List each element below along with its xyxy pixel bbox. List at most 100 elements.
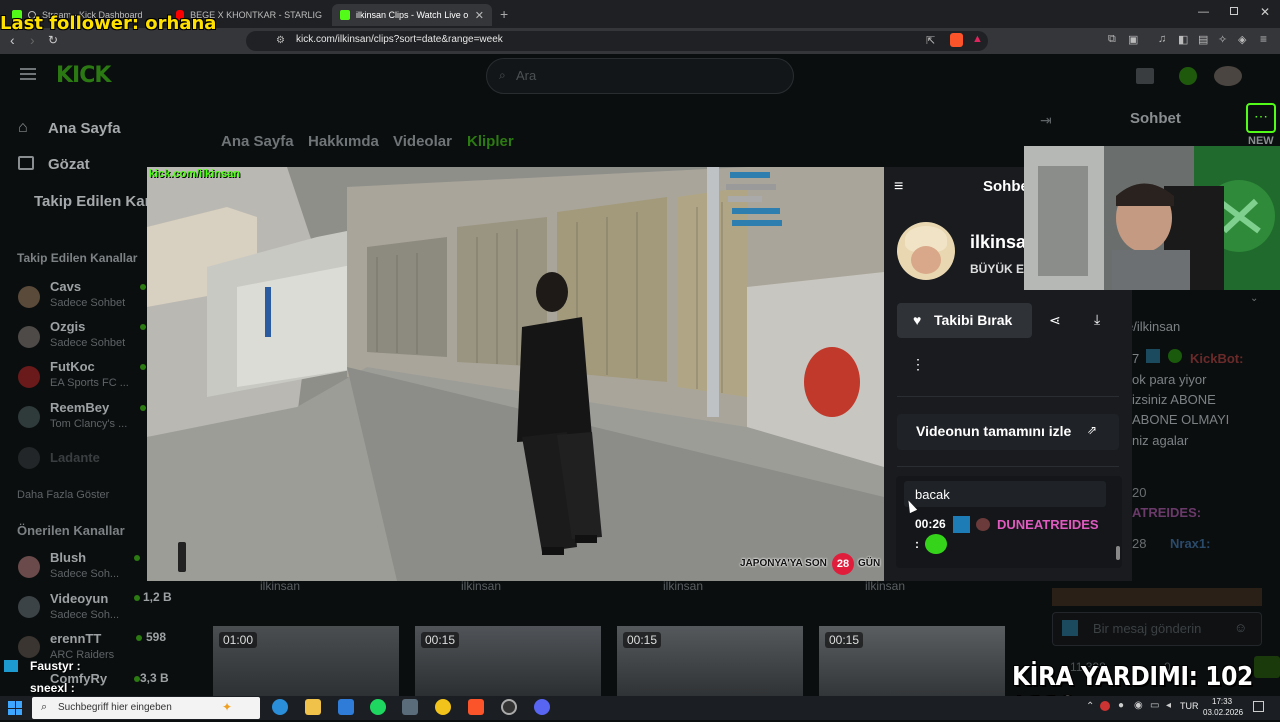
- chat-user[interactable]: ATREIDES:: [1132, 505, 1201, 520]
- countdown-text: JAPONYA'YA SON: [740, 558, 827, 569]
- sidebar-item-following[interactable]: Takip Edilen Kan: [34, 193, 154, 210]
- chat-send-button[interactable]: [1254, 656, 1280, 678]
- collapse-chat-icon[interactable]: ⇥: [1040, 112, 1052, 129]
- channel-name[interactable]: Ozgis: [50, 319, 85, 334]
- leo-icon[interactable]: ✧: [1218, 33, 1227, 46]
- share-icon[interactable]: ⇱: [926, 34, 935, 47]
- more-vertical-icon[interactable]: ⋮: [911, 356, 925, 373]
- edge-icon[interactable]: [272, 699, 288, 715]
- emote-strip: [1052, 588, 1262, 606]
- network-icon[interactable]: ▭: [1150, 700, 1159, 711]
- clip-channel[interactable]: ilkinsan: [663, 579, 703, 593]
- tab-clips[interactable]: Klipler: [467, 133, 514, 150]
- obs-icon[interactable]: [501, 699, 517, 715]
- extensions-icon[interactable]: ⧉: [1108, 33, 1116, 46]
- file-explorer-icon[interactable]: [305, 699, 321, 715]
- clip-channel[interactable]: ilkinsan: [461, 579, 501, 593]
- channel-name[interactable]: Videoyun: [50, 591, 108, 606]
- close-tab-icon[interactable]: ✕: [475, 9, 484, 22]
- clip-thumbnail[interactable]: 00:15: [819, 626, 1005, 696]
- notifications-icon[interactable]: [1253, 701, 1264, 712]
- streamer-avatar[interactable]: [897, 222, 955, 280]
- clip-thumbnail[interactable]: 00:15: [617, 626, 803, 696]
- chat-scrollbar[interactable]: [1116, 546, 1120, 560]
- brave-icon[interactable]: [468, 699, 484, 715]
- discord-icon[interactable]: [534, 699, 550, 715]
- channel-category: Sadece Sohbet: [50, 297, 126, 309]
- channel-name[interactable]: Blush: [50, 550, 86, 565]
- chevron-down-icon[interactable]: ⌄: [1250, 293, 1258, 304]
- browser-tab-active[interactable]: ilkinsan Clips - Watch Live on ✕: [332, 4, 492, 26]
- taskbar-search-placeholder: Suchbegriff hier eingeben: [58, 702, 172, 713]
- brave-rewards-icon[interactable]: ▲: [972, 33, 983, 45]
- live-dot: [140, 405, 146, 411]
- clip-thumbnail[interactable]: 00:15: [415, 626, 601, 696]
- kick-circle-icon[interactable]: [1179, 67, 1197, 85]
- show-more-link[interactable]: Daha Fazla Göster: [17, 489, 109, 501]
- clock-date[interactable]: 03.02.2026: [1203, 708, 1243, 717]
- chat-link[interactable]: e/ilkinsan: [1126, 319, 1180, 334]
- clip-thumbnail[interactable]: 01:00: [213, 626, 399, 696]
- clip-duration: 00:15: [825, 632, 864, 648]
- sidebar-item-home[interactable]: Ana Sayfa: [48, 120, 121, 137]
- chat-username[interactable]: DUNEATREIDES: [997, 517, 1099, 532]
- share-icon[interactable]: ⋖: [1049, 312, 1061, 329]
- chat-time: 20: [1132, 485, 1147, 500]
- volume-icon[interactable]: ◂: [1166, 700, 1171, 711]
- tray-chevron-icon[interactable]: ⌃: [1086, 701, 1094, 712]
- clock-time[interactable]: 17:33: [1212, 697, 1232, 706]
- vpn-icon[interactable]: ◈: [1238, 33, 1246, 46]
- emoji-icon[interactable]: ☺: [1234, 620, 1247, 635]
- language-indicator[interactable]: TUR: [1180, 701, 1199, 711]
- menu-icon[interactable]: ≡: [1260, 32, 1267, 46]
- tab-about[interactable]: Hakkımda: [308, 133, 379, 150]
- channel-name[interactable]: Cavs: [50, 279, 81, 294]
- calculator-icon[interactable]: [402, 699, 418, 715]
- streamer-name[interactable]: ilkinsan: [970, 232, 1024, 253]
- chat-user[interactable]: KickBot:: [1190, 351, 1243, 366]
- sidebar-icon[interactable]: ◧: [1178, 33, 1188, 46]
- viewer-count: 598: [146, 630, 167, 644]
- screenshot-icon[interactable]: ▣: [1128, 33, 1138, 46]
- restore-icon[interactable]: [1230, 7, 1238, 15]
- close-window-icon[interactable]: ✕: [1260, 5, 1270, 19]
- download-icon[interactable]: ⤓: [1094, 311, 1100, 328]
- clip-channel[interactable]: ilkinsan: [260, 579, 300, 593]
- channel-name[interactable]: ReemBey: [50, 400, 109, 415]
- channel-name[interactable]: FutKoc: [50, 359, 95, 374]
- live-dot: [140, 364, 146, 370]
- spotify-icon[interactable]: [370, 699, 386, 715]
- back-icon[interactable]: ‹: [10, 32, 15, 48]
- tab-videos[interactable]: Videolar: [393, 133, 452, 150]
- chrome-icon[interactable]: [435, 699, 451, 715]
- forward-icon[interactable]: ›: [30, 32, 35, 48]
- brave-shields-icon[interactable]: [950, 33, 963, 47]
- channel-name[interactable]: erennTT: [50, 631, 101, 646]
- countdown-unit: GÜN: [858, 558, 881, 569]
- clip-duration: 01:00: [219, 632, 258, 648]
- new-tab-icon[interactable]: +: [500, 6, 508, 22]
- tray-app-icon[interactable]: ◉: [1134, 700, 1143, 711]
- site-settings-icon[interactable]: ⚙: [276, 35, 285, 46]
- mode-icon[interactable]: [1136, 68, 1154, 84]
- kick-logo[interactable]: KICK: [56, 63, 111, 88]
- chat-user[interactable]: Nrax1:: [1170, 536, 1210, 551]
- reload-icon[interactable]: ↻: [48, 33, 58, 47]
- channel-name[interactable]: Ladante: [50, 450, 100, 465]
- windows-start-icon[interactable]: [8, 701, 22, 715]
- wallet-icon[interactable]: ▤: [1198, 33, 1208, 46]
- panel-strip: [1024, 290, 1132, 300]
- chat-toggle-icon[interactable]: ≡: [894, 178, 903, 196]
- sidebar-item-browse[interactable]: Gözat: [48, 156, 90, 173]
- search-icon: ⌕: [499, 68, 506, 82]
- media-icon[interactable]: ♫: [1158, 33, 1166, 45]
- store-icon[interactable]: [338, 699, 354, 715]
- tab-home[interactable]: Ana Sayfa: [221, 133, 294, 150]
- user-avatar[interactable]: [1214, 66, 1242, 86]
- hamburger-icon[interactable]: [20, 68, 36, 80]
- more-icon[interactable]: ⋯: [1246, 103, 1276, 133]
- clip-channel[interactable]: ilkinsan: [865, 579, 905, 593]
- tray-app-icon[interactable]: [1100, 701, 1110, 711]
- microphone-icon[interactable]: ●: [1118, 700, 1124, 711]
- minimize-icon[interactable]: —: [1198, 6, 1209, 18]
